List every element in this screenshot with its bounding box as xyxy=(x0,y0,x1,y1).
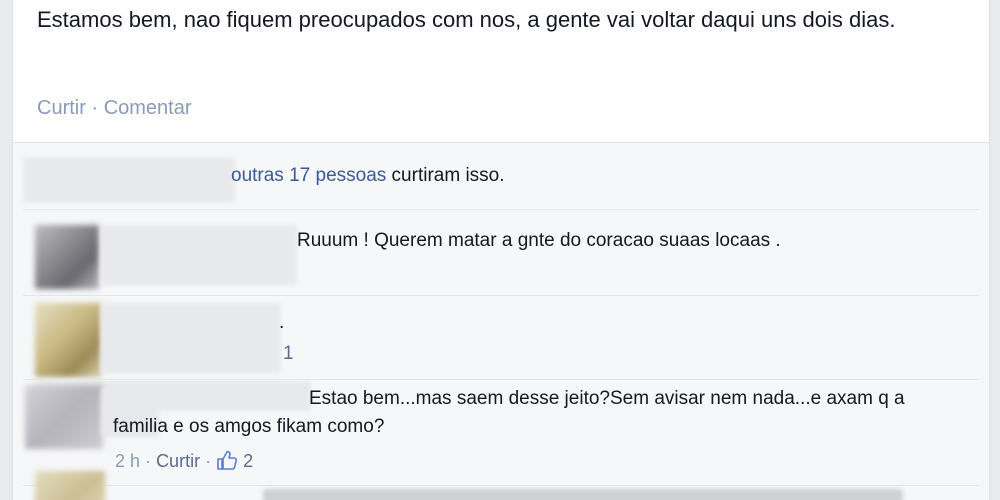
comment-like-count[interactable]: 2 xyxy=(243,451,253,471)
meta-separator: · xyxy=(145,451,152,471)
comment-body: Estao bem...mas saem desse jeito?Sem avi… xyxy=(113,388,905,437)
divider xyxy=(23,209,979,210)
redacted-commenter-name xyxy=(101,303,281,373)
avatar[interactable] xyxy=(35,303,101,377)
avatar[interactable] xyxy=(35,471,105,500)
comment-text: Estao bem...mas saem desse jeito?Sem avi… xyxy=(113,385,913,441)
likes-suffix: curtiram isso. xyxy=(391,165,505,186)
avatar[interactable] xyxy=(35,225,99,289)
thumbs-up-icon[interactable] xyxy=(216,449,238,471)
meta-separator: · xyxy=(205,451,212,471)
divider xyxy=(23,379,979,380)
redacted-commenter-name xyxy=(101,225,297,285)
comment-time[interactable]: 2 h xyxy=(115,451,140,471)
comment-meta: 2 h · Curtir · 2 xyxy=(115,449,253,472)
post-message: Estamos bem, nao fiquem preocupados com … xyxy=(37,7,896,32)
likes-summary: outras 17 pessoas curtiram isso. xyxy=(231,165,505,187)
redacted-comment-text xyxy=(263,489,903,500)
divider xyxy=(23,295,979,296)
post-actions: Curtir · Comentar xyxy=(37,97,192,120)
comment-like-count: 1 xyxy=(283,343,294,364)
like-link[interactable]: Curtir xyxy=(37,97,86,119)
divider xyxy=(23,485,979,486)
actions-separator: · xyxy=(91,97,99,119)
comment-link[interactable]: Comentar xyxy=(104,97,192,119)
comment-text: . xyxy=(279,312,285,333)
comment-text: Ruuum ! Querem matar a gnte do coracao s… xyxy=(297,230,781,251)
redacted-names xyxy=(23,157,235,203)
likers-link[interactable]: outras 17 pessoas xyxy=(231,165,386,186)
comment-like-link[interactable]: Curtir xyxy=(156,451,200,471)
post-card: Estamos bem, nao fiquem preocupados com … xyxy=(12,0,990,500)
comments-section: outras 17 pessoas curtiram isso. Ruuum !… xyxy=(13,142,989,500)
avatar[interactable] xyxy=(25,385,103,449)
